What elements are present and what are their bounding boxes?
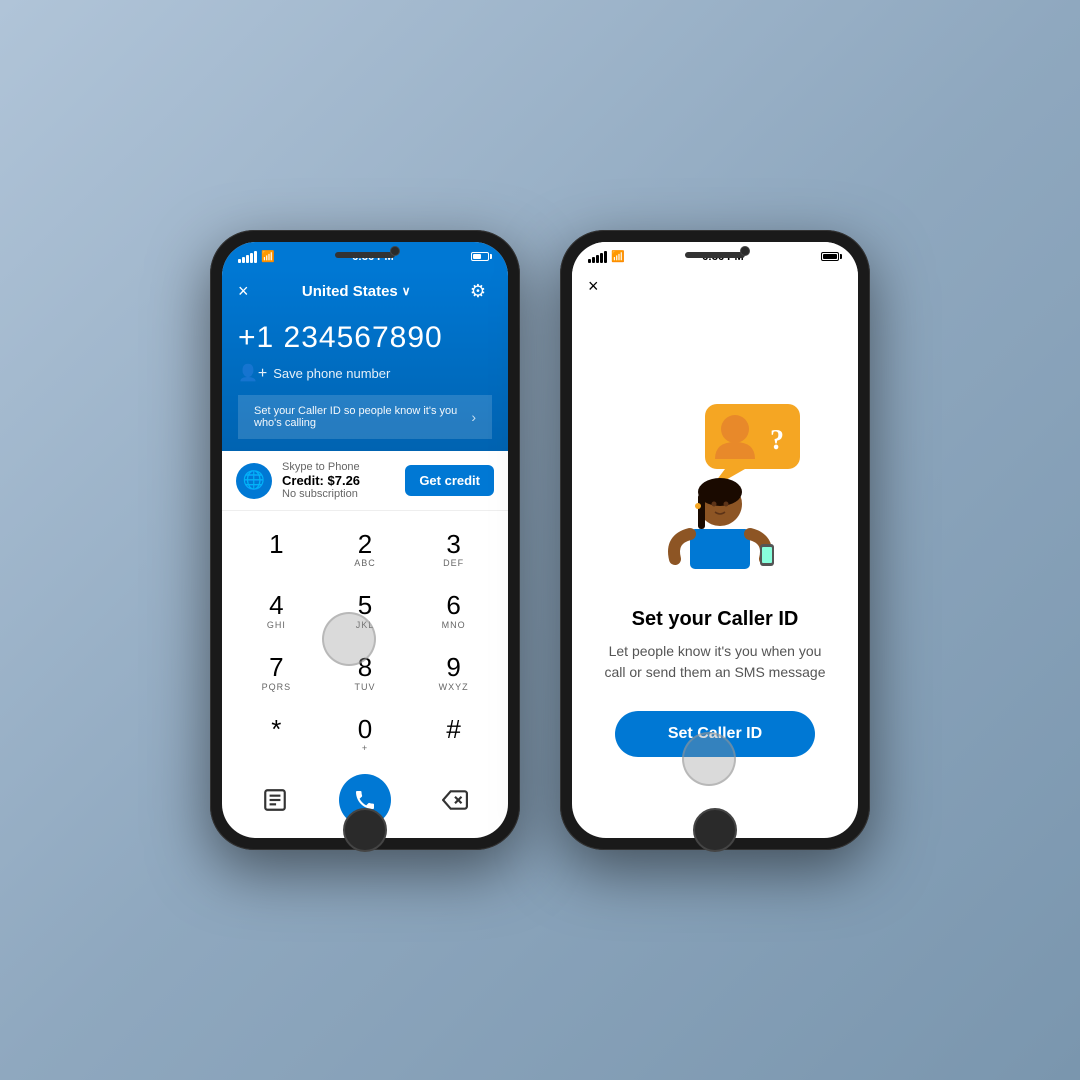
signal-bar-4 bbox=[250, 253, 253, 263]
callerid-description: Let people know it's you when you call o… bbox=[602, 641, 828, 683]
signal-bar-r1 bbox=[588, 259, 591, 263]
dial-key-1[interactable]: 1 bbox=[232, 519, 321, 581]
callerid-illustration: ? bbox=[615, 384, 815, 584]
signal-bars bbox=[238, 251, 257, 263]
status-left-right: 📶 bbox=[588, 250, 625, 263]
signal-bar-1 bbox=[238, 259, 241, 263]
caller-id-banner[interactable]: Set your Caller ID so people know it's y… bbox=[238, 395, 492, 439]
dial-key-5[interactable]: 5jkl bbox=[321, 581, 410, 643]
dial-key-7[interactable]: 7pqrs bbox=[232, 643, 321, 705]
chevron-down-icon: ∨ bbox=[402, 284, 411, 298]
dialer-header: × United States ∨ ⚙ +1 234567890 👤+ Save… bbox=[222, 267, 508, 451]
country-name: United States bbox=[302, 283, 398, 300]
dial-key-hash[interactable]: # bbox=[409, 704, 498, 766]
dial-key-0[interactable]: 0+ bbox=[321, 704, 410, 766]
signal-bar-r3 bbox=[596, 255, 599, 263]
signal-bars-right bbox=[588, 251, 607, 263]
dial-key-6[interactable]: 6mno bbox=[409, 581, 498, 643]
skype-to-phone-icon: 🌐 bbox=[236, 463, 272, 499]
callerid-header: × bbox=[572, 267, 858, 303]
credit-amount: Credit: $7.26 bbox=[282, 473, 360, 488]
delete-button[interactable] bbox=[433, 778, 477, 822]
home-button-right[interactable] bbox=[693, 808, 737, 852]
callerid-content: ? bbox=[572, 303, 858, 838]
callerid-title: Set your Caller ID bbox=[632, 608, 799, 631]
settings-button[interactable]: ⚙ bbox=[464, 277, 492, 305]
signal-bar-r2 bbox=[592, 257, 595, 263]
dial-key-8[interactable]: 8tuv bbox=[321, 643, 410, 705]
gear-icon: ⚙ bbox=[470, 281, 486, 302]
save-number-label: Save phone number bbox=[273, 366, 390, 381]
svg-text:?: ? bbox=[770, 425, 784, 456]
credit-subscription: No subscription bbox=[282, 488, 360, 500]
dialer-nav: × United States ∨ ⚙ bbox=[238, 267, 492, 313]
close-button-left[interactable]: × bbox=[238, 282, 249, 300]
battery-icon-left bbox=[471, 252, 492, 261]
wifi-icon: 📶 bbox=[261, 250, 275, 263]
left-phone-screen: 📶 6:36 PM × United States ∨ ⚙ bbox=[222, 242, 508, 838]
get-credit-button[interactable]: Get credit bbox=[405, 465, 494, 496]
save-icon: 👤+ bbox=[238, 363, 267, 383]
signal-bar-3 bbox=[246, 255, 249, 263]
credit-info-left: 🌐 Skype to Phone Credit: $7.26 No subscr… bbox=[236, 461, 360, 500]
credit-details: Skype to Phone Credit: $7.26 No subscrip… bbox=[282, 461, 360, 500]
dial-key-4[interactable]: 4ghi bbox=[232, 581, 321, 643]
signal-bar-2 bbox=[242, 257, 245, 263]
right-phone-screen: 📶 6:36 PM × bbox=[572, 242, 858, 838]
credit-section: 🌐 Skype to Phone Credit: $7.26 No subscr… bbox=[222, 451, 508, 511]
phone-number-display: +1 234567890 bbox=[238, 313, 492, 359]
status-left: 📶 bbox=[238, 250, 275, 263]
signal-bar-r4 bbox=[600, 253, 603, 263]
dial-key-star[interactable]: * bbox=[232, 704, 321, 766]
banner-chevron-icon: › bbox=[471, 409, 476, 425]
save-number-row[interactable]: 👤+ Save phone number bbox=[238, 359, 492, 391]
wifi-icon-right: 📶 bbox=[611, 250, 625, 263]
set-callerid-button[interactable]: Set Caller ID bbox=[615, 711, 815, 757]
phone-camera-right bbox=[740, 246, 750, 256]
phone-camera bbox=[390, 246, 400, 256]
phone-speaker bbox=[335, 252, 395, 258]
dial-key-3[interactable]: 3def bbox=[409, 519, 498, 581]
callerid-nav: × bbox=[588, 277, 842, 295]
contacts-button[interactable] bbox=[253, 778, 297, 822]
banner-text: Set your Caller ID so people know it's y… bbox=[254, 405, 471, 429]
right-phone: 📶 6:36 PM × bbox=[560, 230, 870, 850]
battery-icon-right bbox=[821, 252, 842, 261]
credit-label: Skype to Phone bbox=[282, 461, 360, 473]
left-phone: 📶 6:36 PM × United States ∨ ⚙ bbox=[210, 230, 520, 850]
country-selector[interactable]: United States ∨ bbox=[302, 283, 411, 300]
dial-key-2[interactable]: 2abc bbox=[321, 519, 410, 581]
home-button-left[interactable] bbox=[343, 808, 387, 852]
dial-key-9[interactable]: 9wxyz bbox=[409, 643, 498, 705]
dialpad: 1 2abc 3def 4ghi 5jkl 6mno 7pqrs 8tuv 9w… bbox=[222, 511, 508, 838]
close-button-right[interactable]: × bbox=[588, 277, 599, 295]
signal-bar-r5 bbox=[604, 251, 607, 263]
signal-bar-5 bbox=[254, 251, 257, 263]
dialpad-grid: 1 2abc 3def 4ghi 5jkl 6mno 7pqrs 8tuv 9w… bbox=[232, 519, 498, 766]
phone-speaker-right bbox=[685, 252, 745, 258]
